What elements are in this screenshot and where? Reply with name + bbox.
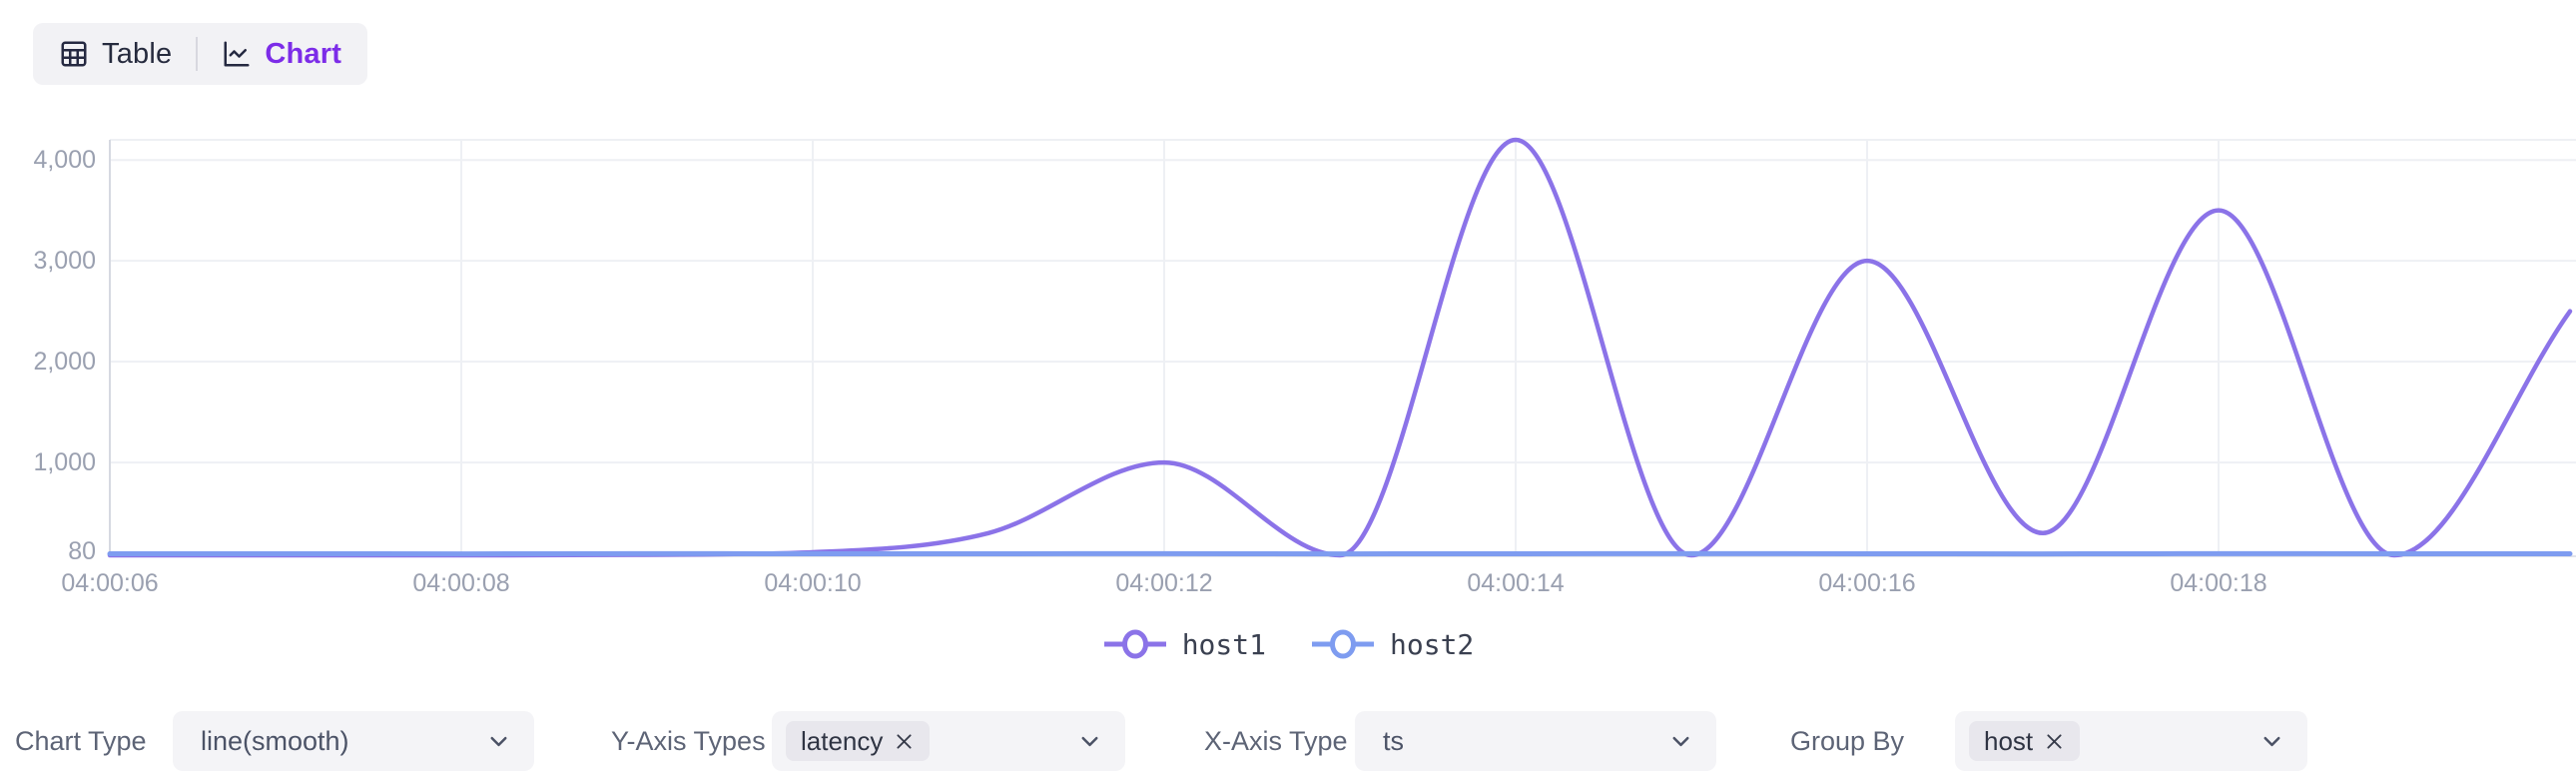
chevron-down-icon <box>1076 728 1103 755</box>
x-axis-type-value: ts <box>1383 726 1404 757</box>
group-by-select[interactable]: host <box>1955 711 2307 771</box>
legend-label: host2 <box>1390 628 1474 661</box>
svg-text:80: 80 <box>68 537 96 565</box>
legend-line-marker-icon <box>1310 629 1376 659</box>
chevron-down-icon <box>485 728 512 755</box>
svg-text:4,000: 4,000 <box>33 146 96 174</box>
svg-text:04:00:18: 04:00:18 <box>2170 569 2266 597</box>
x-axis-type-label: X-Axis Type <box>1204 711 1348 771</box>
y-axis-types-select[interactable]: latency <box>772 711 1125 771</box>
chart-builder-page: Table Chart 04:00:0604:00:0804:00:1004:0… <box>0 0 2576 773</box>
x-axis-type-select[interactable]: ts <box>1355 711 1716 771</box>
tag-label: host <box>1984 726 2033 757</box>
chart-area[interactable]: 04:00:06 04:00:08 04:00:10 04:00:12 04:00:14… <box>0 0 2576 619</box>
y-axis-types-label: Y-Axis Types <box>611 711 766 771</box>
svg-text:04:00:12: 04:00:12 <box>1115 569 1212 597</box>
svg-text:2,000: 2,000 <box>33 348 96 376</box>
chevron-down-icon <box>2258 728 2285 755</box>
close-icon[interactable] <box>2044 731 2065 752</box>
chart-legend: host1 host2 <box>0 619 2576 669</box>
chevron-down-icon <box>1667 728 1694 755</box>
y-axis-tag-latency: latency <box>786 721 930 761</box>
tag-label: latency <box>801 726 883 757</box>
svg-text:1,000: 1,000 <box>33 448 96 476</box>
chart-type-select[interactable]: line(smooth) <box>173 711 534 771</box>
chart-controls: Chart Type line(smooth) Y-Axis Types lat… <box>0 711 2576 773</box>
group-by-tag-host: host <box>1969 721 2080 761</box>
svg-text:04:00:16: 04:00:16 <box>1818 569 1915 597</box>
group-by-label: Group By <box>1790 711 1904 771</box>
line-chart[interactable]: 04:00:06 04:00:08 04:00:10 04:00:12 04:00:14… <box>0 0 2576 619</box>
svg-text:3,000: 3,000 <box>33 247 96 275</box>
legend-line-marker-icon <box>1102 629 1168 659</box>
chart-type-label: Chart Type <box>15 711 147 771</box>
legend-item-host1[interactable]: host1 <box>1102 628 1266 661</box>
legend-item-host2[interactable]: host2 <box>1310 628 1474 661</box>
chart-type-value: line(smooth) <box>201 726 349 757</box>
svg-text:04:00:14: 04:00:14 <box>1467 569 1564 597</box>
legend-label: host1 <box>1182 628 1266 661</box>
svg-text:04:00:08: 04:00:08 <box>412 569 509 597</box>
svg-text:04:00:10: 04:00:10 <box>764 569 861 597</box>
svg-text:04:00:06: 04:00:06 <box>61 569 158 597</box>
close-icon[interactable] <box>894 731 915 752</box>
